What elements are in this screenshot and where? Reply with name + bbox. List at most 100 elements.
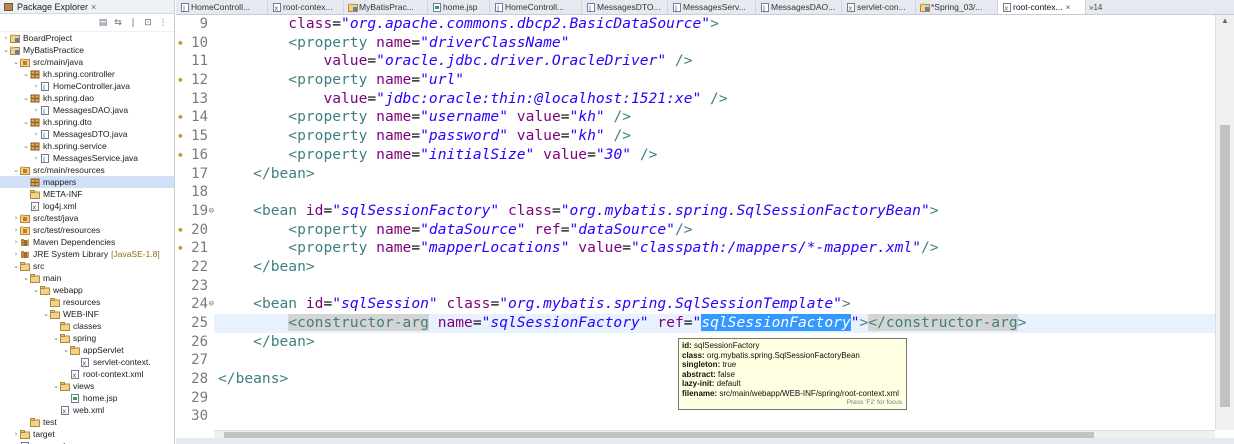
tree-item[interactable]: ⌄ main: [0, 272, 174, 284]
tree-item[interactable]: › target: [0, 428, 174, 440]
link-with-editor-icon[interactable]: ⇆: [113, 18, 123, 28]
tree-item[interactable]: ⌄ kh.spring.dao: [0, 92, 174, 104]
code-line[interactable]: </bean>: [214, 258, 1215, 277]
tree-item[interactable]: › src/test/java: [0, 212, 174, 224]
tree-item[interactable]: ⌄ src/main/java: [0, 56, 174, 68]
expanded-chevron-icon[interactable]: ⌄: [22, 140, 30, 152]
collapsed-chevron-icon[interactable]: ›: [12, 236, 20, 248]
tree-item[interactable]: ⌄ spring: [0, 332, 174, 344]
quick-assist-marker-icon[interactable]: ◆: [178, 112, 183, 122]
quick-assist-marker-icon[interactable]: ◆: [178, 38, 183, 48]
code-line[interactable]: ​: [214, 183, 1215, 202]
expanded-chevron-icon[interactable]: ⌄: [22, 116, 30, 128]
tree-item[interactable]: › JRE System Library [JavaSE-1.8]: [0, 248, 174, 260]
tree-item[interactable]: › BoardProject: [0, 32, 174, 44]
code-line[interactable]: value="oracle.jdbc.driver.OracleDriver" …: [214, 52, 1215, 71]
collapsed-chevron-icon[interactable]: ›: [32, 128, 40, 140]
collapsed-chevron-icon[interactable]: ›: [12, 224, 20, 236]
tree-item[interactable]: META-INF: [0, 188, 174, 200]
code-line[interactable]: value="jdbc:oracle:thin:@localhost:1521:…: [214, 90, 1215, 109]
focus-on-active-task-icon[interactable]: ⊡: [143, 18, 153, 28]
code-line[interactable]: <property name="url": [214, 71, 1215, 90]
editor-tab[interactable]: J MessagesDTO...: [582, 0, 668, 14]
current-code-line[interactable]: <constructor-arg name="sqlSessionFactory…: [214, 314, 1215, 333]
editor-tab[interactable]: x servlet-con...: [842, 0, 916, 14]
tree-item[interactable]: ⌄ WEB-INF: [0, 308, 174, 320]
tree-item[interactable]: ⌄ MyBatisPractice: [0, 44, 174, 56]
code-line[interactable]: <property name="initialSize" value="30" …: [214, 146, 1215, 165]
expanded-chevron-icon[interactable]: ⌄: [2, 44, 10, 56]
code-line[interactable]: <property name="mapperLocations" value="…: [214, 239, 1215, 258]
tree-item[interactable]: x root-context.xml: [0, 368, 174, 380]
tree-item[interactable]: x servlet-context.: [0, 356, 174, 368]
tree-item[interactable]: classes: [0, 320, 174, 332]
close-view-icon[interactable]: ×: [91, 2, 96, 12]
expanded-chevron-icon[interactable]: ⌄: [12, 164, 20, 176]
expanded-chevron-icon[interactable]: ⌄: [22, 68, 30, 80]
tree-item[interactable]: ⌄ kh.spring.controller: [0, 68, 174, 80]
collapsed-chevron-icon[interactable]: ›: [12, 428, 20, 440]
quick-assist-marker-icon[interactable]: ◆: [178, 131, 183, 141]
editor-tab[interactable]: MyBatisPrac...: [344, 0, 428, 14]
tree-item[interactable]: ⌄ webapp: [0, 284, 174, 296]
tree-item[interactable]: x web.xml: [0, 404, 174, 416]
tree-item[interactable]: resources: [0, 296, 174, 308]
quick-assist-marker-icon[interactable]: ◆: [178, 225, 183, 235]
collapsed-chevron-icon[interactable]: ›: [12, 248, 20, 260]
tree-item[interactable]: ⌄ src: [0, 260, 174, 272]
editor-tab[interactable]: home.jsp: [428, 0, 490, 14]
editor-horizontal-scrollbar[interactable]: [214, 430, 1215, 438]
tree-item[interactable]: xpom.xml: [0, 440, 174, 444]
tree-item[interactable]: ⌄ views: [0, 380, 174, 392]
collapsed-chevron-icon[interactable]: ›: [32, 80, 40, 92]
editor-tab[interactable]: x root-contex...: [268, 0, 344, 14]
editor-tab[interactable]: J MessagesDAO...: [756, 0, 842, 14]
collapsed-chevron-icon[interactable]: ›: [2, 32, 10, 44]
tree-item[interactable]: test: [0, 416, 174, 428]
tree-item[interactable]: ⌄ kh.spring.dto: [0, 116, 174, 128]
expanded-chevron-icon[interactable]: ⌄: [62, 344, 70, 356]
tree-item[interactable]: ⌄ src/main/resources: [0, 164, 174, 176]
code-line[interactable]: <bean id="sqlSession" class="org.mybatis…: [214, 295, 1215, 314]
editor-vertical-scrollbar[interactable]: ▲: [1215, 15, 1234, 430]
expanded-chevron-icon[interactable]: ⌄: [52, 332, 60, 344]
code-line[interactable]: </bean>: [214, 165, 1215, 184]
code-line[interactable]: ​: [214, 407, 1215, 426]
tree-item[interactable]: › J MessagesDTO.java: [0, 128, 174, 140]
collapse-all-icon[interactable]: ▤: [98, 18, 108, 28]
expanded-chevron-icon[interactable]: ⌄: [42, 308, 50, 320]
collapsed-chevron-icon[interactable]: ›: [32, 104, 40, 116]
code-line[interactable]: <bean id="sqlSessionFactory" class="org.…: [214, 202, 1215, 221]
expanded-chevron-icon[interactable]: ⌄: [52, 380, 60, 392]
collapsed-chevron-icon[interactable]: ›: [12, 212, 20, 224]
expanded-chevron-icon[interactable]: ⌄: [12, 56, 20, 68]
view-menu-icon[interactable]: ⋮: [158, 18, 168, 28]
quick-assist-marker-icon[interactable]: ◆: [178, 150, 183, 160]
editor-tab[interactable]: J MessagesServ...: [668, 0, 756, 14]
quick-assist-marker-icon[interactable]: ◆: [178, 243, 183, 253]
expanded-chevron-icon[interactable]: ⌄: [32, 284, 40, 296]
code-line[interactable]: ​: [214, 277, 1215, 296]
collapsed-chevron-icon[interactable]: ›: [32, 152, 40, 164]
editor-tab[interactable]: J HomeControll...: [176, 0, 268, 14]
vertical-scrollbar-thumb[interactable]: [1220, 125, 1230, 407]
tree-item[interactable]: › J HomeController.java: [0, 80, 174, 92]
code-line[interactable]: class="org.apache.commons.dbcp2.BasicDat…: [214, 15, 1215, 34]
tree-item[interactable]: ⌄ appServlet: [0, 344, 174, 356]
editor-tab[interactable]: x root-contex... ×: [998, 0, 1086, 14]
expanded-chevron-icon[interactable]: ⌄: [22, 92, 30, 104]
quick-assist-marker-icon[interactable]: ◆: [178, 75, 183, 85]
tree-item[interactable]: x log4j.xml: [0, 200, 174, 212]
tab-overflow-indicator[interactable]: »14: [1086, 0, 1105, 14]
tree-item[interactable]: › src/test/resources: [0, 224, 174, 236]
tree-item[interactable]: › J MessagesDAO.java: [0, 104, 174, 116]
tree-item[interactable]: ⌄ kh.spring.service: [0, 140, 174, 152]
expanded-chevron-icon[interactable]: ⌄: [22, 272, 30, 284]
code-line[interactable]: <property name="driverClassName": [214, 34, 1215, 53]
editor-tab[interactable]: J HomeControll...: [490, 0, 582, 14]
tree-item[interactable]: › J MessagesService.java: [0, 152, 174, 164]
scroll-up-icon[interactable]: ▲: [1216, 15, 1234, 27]
expanded-chevron-icon[interactable]: ⌄: [12, 260, 20, 272]
close-tab-icon[interactable]: ×: [1066, 3, 1071, 12]
tree-item[interactable]: › Maven Dependencies: [0, 236, 174, 248]
